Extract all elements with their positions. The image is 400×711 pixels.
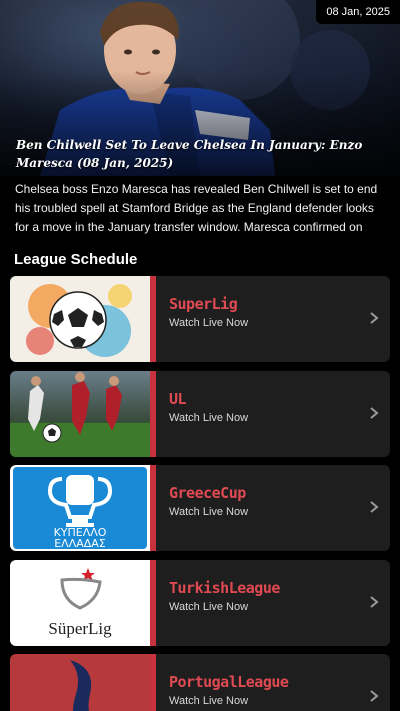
greece-cup-logo: ΚΥΠΕΛΛΟ ΕΛΛΑΔΑΣ bbox=[13, 467, 147, 550]
logo-text: ΕΛΛΑΔΑΣ bbox=[54, 537, 106, 550]
news-hero[interactable]: 08 Jan, 2025 Ben Chilwell Set To Leave C… bbox=[0, 0, 400, 176]
section-title: League Schedule bbox=[14, 251, 138, 268]
league-subtitle: Watch Live Now bbox=[169, 600, 249, 613]
chevron-right-icon bbox=[370, 690, 379, 702]
league-subtitle: Watch Live Now bbox=[169, 317, 249, 329]
league-thumbnail: ΚΥΠΕΛΛΟ ΕΛΛΑΔΑΣ bbox=[10, 465, 150, 551]
league-subtitle: Watch Live Now bbox=[169, 506, 249, 518]
league-list: SuperLig Watch Live Now UL Watch Live No… bbox=[0, 276, 400, 711]
news-title[interactable]: Ben Chilwell Set To Leave Chelsea In Jan… bbox=[16, 136, 390, 172]
league-card-greececup[interactable]: ΚΥΠΕΛΛΟ ΕΛΛΑΔΑΣ GreeceCup Watch Live Now bbox=[10, 465, 390, 551]
league-name: UL bbox=[169, 389, 187, 408]
chevron-right-icon bbox=[370, 595, 379, 608]
chevron-right-icon bbox=[370, 406, 379, 419]
superlig-logo: SüperLig bbox=[48, 567, 112, 638]
league-thumbnail: SüperLig bbox=[10, 559, 150, 646]
league-card-superlig[interactable]: SuperLig Watch Live Now bbox=[10, 276, 390, 362]
league-name: TurkishLeague bbox=[169, 578, 280, 597]
news-summary[interactable]: Chelsea boss Enzo Maresca has revealed B… bbox=[0, 176, 400, 240]
league-name: PortugalLeague bbox=[169, 673, 289, 691]
chevron-right-icon bbox=[370, 312, 379, 324]
chevron-right-icon bbox=[370, 501, 379, 513]
league-thumbnail bbox=[10, 370, 150, 457]
league-thumbnail bbox=[10, 654, 150, 711]
league-subtitle: Watch Live Now bbox=[169, 411, 249, 424]
league-card-ul[interactable]: UL Watch Live Now bbox=[10, 370, 390, 457]
logo-text: SüperLig bbox=[48, 619, 112, 638]
players-photo bbox=[10, 371, 150, 457]
league-subtitle: Watch Live Now bbox=[169, 695, 249, 707]
portugal-league-logo bbox=[70, 660, 91, 711]
soccer-ball-icon bbox=[26, 284, 132, 357]
league-card-turkishleague[interactable]: SüperLig TurkishLeague Watch Live Now bbox=[10, 559, 390, 646]
league-name: GreeceCup bbox=[169, 484, 246, 502]
league-name: SuperLig bbox=[169, 295, 238, 313]
league-thumbnail bbox=[10, 276, 150, 362]
league-card-portugalleague[interactable]: PortugalLeague Watch Live Now bbox=[10, 654, 390, 711]
date-badge: 08 Jan, 2025 bbox=[316, 0, 400, 24]
